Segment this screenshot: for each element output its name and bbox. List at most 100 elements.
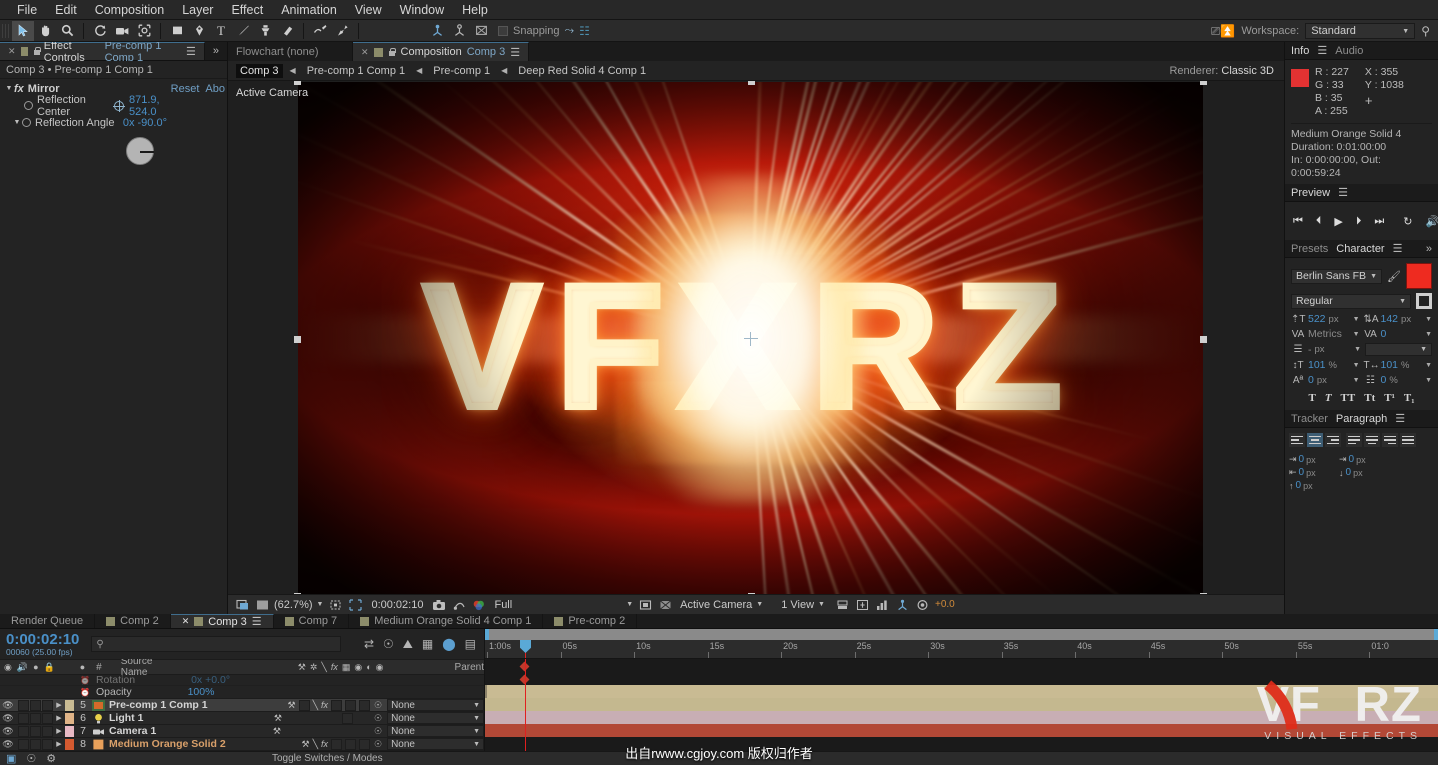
crosshair-picker-icon[interactable] (114, 101, 124, 111)
snap-arrow-icon[interactable]: ⤳ (565, 23, 575, 38)
layer-duration-bar[interactable] (485, 685, 1438, 698)
align-left-button[interactable] (1289, 433, 1305, 447)
stopwatch-icon[interactable]: ⏰ (80, 676, 90, 685)
chevron-down-icon[interactable]: ▼ (12, 119, 22, 126)
panel-menu-icon[interactable]: ☰ (252, 615, 262, 628)
panel-overflow-button[interactable]: » (205, 42, 227, 60)
layer-name[interactable]: Pre-comp 1 Comp 1 (109, 699, 208, 711)
tab-composition[interactable]: ✕ Composition Comp 3 ☰ (353, 42, 529, 61)
layer-duration-bar[interactable] (485, 724, 1438, 737)
indent-right-field[interactable]: ⇥ 0 px (1339, 454, 1385, 465)
timeline-link-icon[interactable] (875, 597, 891, 612)
pickwhip-icon[interactable]: ☉ (374, 739, 382, 750)
rotation-tool-icon[interactable] (89, 21, 111, 41)
timeline-options-icon[interactable]: ⚙ (46, 752, 56, 765)
video-toggle-icon[interactable]: 👁 (0, 700, 16, 711)
current-time-indicator[interactable] (525, 640, 526, 658)
viewer-current-time[interactable]: 0:00:02:10 (371, 599, 423, 611)
video-toggle-icon[interactable]: 👁 (0, 713, 16, 724)
parent-select[interactable]: None ▼ (387, 712, 484, 724)
menu-item-view[interactable]: View (346, 1, 391, 19)
tab-preview[interactable]: Preview (1291, 187, 1330, 199)
kerning-field[interactable]: VA Metrics ▼ (1291, 328, 1360, 340)
font-style-select[interactable]: Regular ▼ (1291, 294, 1411, 309)
chevron-down-icon[interactable]: ▼ (818, 601, 825, 608)
lock-toggle[interactable] (42, 739, 53, 750)
property-reflection-center[interactable]: Reflection Center 871.9, 524.0 (0, 99, 227, 112)
lock-icon[interactable] (388, 48, 396, 57)
layer-name[interactable]: Light 1 (109, 712, 143, 724)
lock-toggle[interactable] (42, 700, 53, 711)
justify-last-center-button[interactable] (1364, 433, 1380, 447)
frame-blend-switch[interactable] (331, 700, 342, 711)
search-field[interactable] (107, 639, 327, 650)
collapse-switch[interactable] (299, 700, 310, 711)
video-toggle-icon[interactable]: 👁 (0, 726, 16, 737)
solo-toggle[interactable] (30, 713, 41, 724)
magnification-value[interactable]: (62.7%) (274, 599, 313, 611)
comp-flowchart-icon[interactable]: ▣ (6, 752, 16, 765)
panel-menu-icon[interactable]: ☰ (186, 45, 196, 58)
eraser-tool-icon[interactable] (276, 21, 298, 41)
tab-flowchart[interactable]: Flowchart (none) (228, 42, 353, 61)
menu-item-effect[interactable]: Effect (222, 1, 272, 19)
shy-switch-icon[interactable]: ⚒ (287, 700, 295, 711)
stroke-color-swatch[interactable] (1416, 293, 1432, 309)
clone-stamp-tool-icon[interactable] (254, 21, 276, 41)
motion-blur-switch[interactable] (345, 739, 356, 750)
expand-triangle-icon[interactable]: ▶ (53, 701, 65, 709)
layer-color-swatch[interactable] (65, 739, 74, 750)
leading-field[interactable]: ⇅A 142 px ▼ (1364, 313, 1433, 325)
toggle-mask-visibility-icon[interactable] (657, 597, 673, 612)
tab-effect-controls[interactable]: ✕ Effect Controls Pre-comp 1 Comp 1 ☰ (0, 42, 205, 60)
expand-triangle-icon[interactable]: ▶ (53, 727, 65, 735)
chevron-down-icon[interactable]: ▼ (1354, 346, 1361, 353)
video-toggle-icon[interactable]: 👁 (0, 739, 16, 750)
shape-tool-icon[interactable] (166, 21, 188, 41)
layer-color-swatch[interactable] (65, 726, 74, 737)
fill-color-swatch[interactable] (1406, 263, 1432, 289)
work-area-bar[interactable] (485, 629, 1438, 640)
tab-comp-7[interactable]: Comp 7 (274, 614, 350, 628)
parent-select[interactable]: None ▼ (387, 725, 484, 737)
fast-previews-icon[interactable] (855, 597, 871, 612)
selection-handle[interactable] (1200, 593, 1207, 594)
motion-blur-switch[interactable] (345, 700, 356, 711)
tab-presets[interactable]: Presets (1291, 243, 1328, 255)
frame-blending-icon[interactable]: ▦ (422, 637, 433, 651)
tab-info[interactable]: Info (1291, 45, 1309, 57)
toggle-transparency-grid-icon[interactable] (254, 597, 270, 612)
pen-tool-icon[interactable] (188, 21, 210, 41)
align-right-button[interactable] (1325, 433, 1341, 447)
vertical-scale-field[interactable]: ↕T 101 % ▼ (1291, 359, 1360, 371)
quality-switch-icon[interactable]: ╲ (313, 700, 318, 711)
chevron-down-icon[interactable]: ▼ (1353, 362, 1360, 369)
tab-audio[interactable]: Audio (1335, 45, 1363, 57)
baseline-shift-field[interactable]: Aª 0 px ▼ (1291, 374, 1360, 386)
workspace-switch-icon[interactable]: ⎚⏫ (1211, 24, 1236, 39)
composition-viewer[interactable]: Active Camera VFXRZ (228, 81, 1284, 594)
parent-select[interactable]: None ▼ (387, 699, 484, 711)
angle-dial-control[interactable] (126, 137, 154, 165)
faux-bold-button[interactable]: T (1308, 392, 1315, 404)
tab-render-queue[interactable]: Render Queue (0, 614, 95, 628)
panel-overflow-button[interactable]: » (1426, 243, 1432, 255)
faux-italic-button[interactable]: T (1325, 392, 1332, 404)
toggle-switches-modes-button[interactable]: Toggle Switches / Modes (272, 753, 383, 764)
breadcrumb-item-2[interactable]: Pre-comp 1 (429, 64, 494, 78)
selection-handle[interactable] (748, 81, 755, 85)
local-axis-mode-icon[interactable] (426, 21, 448, 41)
space-after-field[interactable]: ↑ 0 px (1289, 480, 1335, 491)
current-time-indicator-line[interactable] (525, 659, 526, 751)
property-value[interactable]: 0x -90.0° (123, 117, 227, 129)
loop-button[interactable]: ↻ (1403, 215, 1412, 228)
selection-handle[interactable] (1200, 336, 1207, 343)
selection-tool-icon[interactable] (12, 21, 34, 41)
go-to-start-button[interactable]: ⏮ (1293, 215, 1303, 228)
property-row-opacity[interactable]: ⏰ Opacity 100% (0, 686, 484, 699)
graph-editor-icon[interactable]: ▤ (465, 637, 476, 651)
search-icon[interactable]: ⚲ (1421, 24, 1430, 38)
tab-character[interactable]: Character (1336, 243, 1384, 255)
frame-render-time-icon[interactable]: ☉ (26, 752, 36, 765)
property-reflection-angle[interactable]: ▼ Reflection Angle 0x -90.0° (0, 116, 227, 129)
